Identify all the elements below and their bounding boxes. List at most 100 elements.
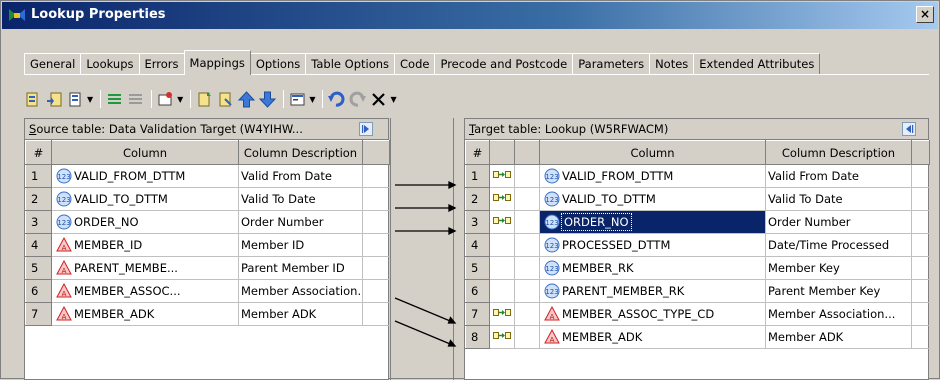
tab-extended-attributes[interactable]: Extended Attributes [693,53,821,75]
delete-icon[interactable] [369,90,388,109]
table-row[interactable]: 7 A MEMBER_ADK Member ADK [25,302,390,326]
column-description[interactable]: Order Number [238,210,363,234]
column-name-cell[interactable]: 123 ORDER_NO [539,210,766,234]
column-name-cell[interactable]: 123 PROCESSED_DTTM [539,233,766,257]
row-number[interactable]: 4 [25,233,52,257]
row-number[interactable]: 5 [465,256,490,280]
propagate-icon[interactable] [195,90,214,109]
row-number[interactable]: 6 [465,279,490,303]
row-number[interactable]: 3 [25,210,52,234]
column-description[interactable]: Member Association... [765,302,912,326]
column-description[interactable]: Order Number [765,210,912,234]
row-number[interactable]: 2 [465,187,490,211]
tab-precode-and-postcode[interactable]: Precode and Postcode [434,53,574,75]
expression-icon[interactable] [156,90,175,109]
column-name-cell[interactable]: 123 MEMBER_RK [539,256,766,280]
column-header-description[interactable]: Column Description [238,140,363,165]
import-columns-icon[interactable] [24,90,43,109]
column-description[interactable]: Member ID [238,233,363,257]
tab-general[interactable]: General [24,53,82,75]
delete-dropdown-icon[interactable]: ▼ [390,95,396,104]
column-description[interactable]: Member ADK [238,302,363,326]
column-header-number[interactable]: # [25,140,52,165]
new-column-icon[interactable] [66,90,85,109]
column-description[interactable]: Valid From Date [765,164,912,188]
row-number[interactable]: 3 [465,210,490,234]
row-number[interactable]: 2 [25,187,52,211]
export-columns-icon[interactable] [45,90,64,109]
column-name-cell[interactable]: 123 VALID_TO_DTTM [51,187,239,211]
expression-dropdown-icon[interactable]: ▼ [177,95,183,104]
table-row[interactable]: 4 123 PROCESSED_DTTM Date/Time Processed [465,233,930,257]
table-row[interactable]: 6 123 PARENT_MEMBER_RK Parent Member Key [465,279,930,303]
column-name-cell[interactable]: 123 VALID_TO_DTTM [539,187,766,211]
tab-code[interactable]: Code [394,53,436,75]
column-name-cell[interactable]: 123 ORDER_NO [51,210,239,234]
column-description[interactable]: Member Association... [238,279,363,303]
unmap-all-columns-icon[interactable] [126,90,145,109]
table-row[interactable]: 4 A MEMBER_ID Member ID [25,233,390,257]
tab-lookups[interactable]: Lookups [80,53,140,75]
redo-icon[interactable] [348,90,367,109]
column-name-cell[interactable]: A MEMBER_ADK [539,325,766,349]
move-down-icon[interactable] [258,90,277,109]
column-header-column[interactable]: Column [51,140,239,165]
column-header-description[interactable]: Column Description [765,140,912,165]
column-name-cell[interactable]: 123 PARENT_MEMBER_RK [539,279,766,303]
column-header-number[interactable]: # [465,140,490,165]
column-name-cell[interactable]: A MEMBER_ADK [51,302,239,326]
table-row[interactable]: 5 123 MEMBER_RK Member Key [465,256,930,280]
table-row[interactable]: 7 A MEMBER_ASSOC_TYPE_CD Member Association… [465,302,930,326]
row-number[interactable]: 7 [25,302,52,326]
source-expand-button[interactable] [359,122,373,136]
row-number[interactable]: 6 [25,279,52,303]
tab-parameters[interactable]: Parameters [572,53,651,75]
target-collapse-button[interactable] [902,122,916,136]
column-name-cell[interactable]: A MEMBER_ID [51,233,239,257]
close-button[interactable]: × [916,6,934,23]
row-number[interactable]: 7 [465,302,490,326]
properties-dropdown-icon[interactable]: ▼ [309,95,315,104]
column-description[interactable]: Parent Member Key [765,279,912,303]
properties-icon[interactable] [288,90,307,109]
row-number[interactable]: 4 [465,233,490,257]
propagate-target-icon[interactable] [216,90,235,109]
column-name-cell[interactable]: A MEMBER_ASSOC... [51,279,239,303]
column-header-column[interactable]: Column [539,140,766,165]
column-description[interactable]: Valid To Date [238,187,363,211]
table-row[interactable]: 3 123 ORDER_NO Order Number [465,210,930,234]
row-number[interactable]: 5 [25,256,52,280]
column-header-mapped[interactable] [489,140,515,165]
move-up-icon[interactable] [237,90,256,109]
column-description[interactable]: Parent Member ID [238,256,363,280]
tab-options[interactable]: Options [249,53,307,75]
table-row[interactable]: 1 123 VALID_FROM_DTTM Valid From Date [25,164,390,188]
table-row[interactable]: 2 123 VALID_TO_DTTM Valid To Date [465,187,930,211]
map-all-columns-icon[interactable] [105,90,124,109]
column-header-key[interactable] [514,140,540,165]
table-row[interactable]: 1 123 VALID_FROM_DTTM Valid From Date [465,164,930,188]
table-row[interactable]: 3 123 ORDER_NO Order Number [25,210,390,234]
column-description[interactable]: Valid To Date [765,187,912,211]
table-row[interactable]: 6 A MEMBER_ASSOC... Member Association... [25,279,390,303]
new-column-dropdown-icon[interactable]: ▼ [87,95,93,104]
tab-mappings[interactable]: Mappings [183,50,251,75]
column-description[interactable]: Member ADK [765,325,912,349]
column-description[interactable]: Member Key [765,256,912,280]
tab-table-options[interactable]: Table Options [305,53,396,75]
tab-errors[interactable]: Errors [138,53,185,75]
row-number[interactable]: 1 [25,164,52,188]
row-number[interactable]: 8 [465,325,490,349]
table-row[interactable]: 5 A PARENT_MEMBE... Parent Member ID [25,256,390,280]
table-row[interactable]: 8 A MEMBER_ADK Member ADK [465,325,930,349]
table-row[interactable]: 2 123 VALID_TO_DTTM Valid To Date [25,187,390,211]
column-description[interactable]: Date/Time Processed [765,233,912,257]
undo-icon[interactable] [327,90,346,109]
column-name-cell[interactable]: 123 VALID_FROM_DTTM [539,164,766,188]
tab-notes[interactable]: Notes [649,53,695,75]
column-name-cell[interactable]: A PARENT_MEMBE... [51,256,239,280]
column-description[interactable]: Valid From Date [238,164,363,188]
row-number[interactable]: 1 [465,164,490,188]
column-name-cell[interactable]: A MEMBER_ASSOC_TYPE_CD [539,302,766,326]
column-name-cell[interactable]: 123 VALID_FROM_DTTM [51,164,239,188]
